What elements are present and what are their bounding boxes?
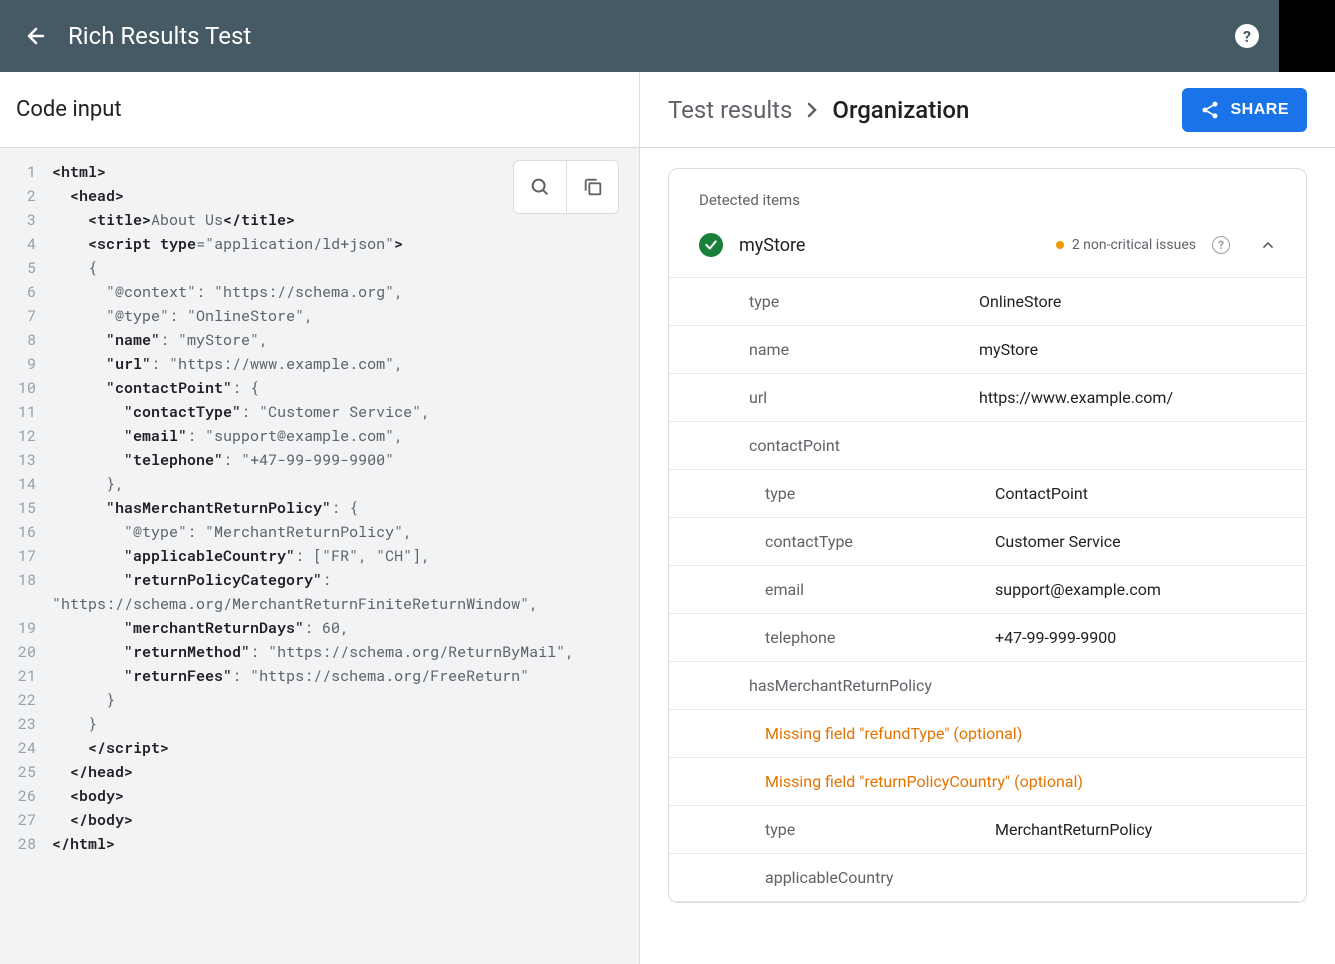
property-row[interactable]: applicableCountry [669, 854, 1306, 902]
property-key: contactType [765, 532, 995, 551]
detected-item-header[interactable]: myStore 2 non-critical issues ? [669, 223, 1306, 278]
black-strip [1279, 0, 1335, 72]
line-gutter: 1234567891011121314151617181920212223242… [0, 148, 44, 964]
page-title: Rich Results Test [68, 22, 1227, 50]
detected-items-card: Detected items myStore 2 non-critical is… [668, 168, 1307, 903]
property-table: typeOnlineStorenamemyStoreurlhttps://www… [669, 278, 1306, 902]
detected-item-name: myStore [739, 235, 1040, 256]
chevron-right-icon [806, 101, 818, 119]
copy-button[interactable] [566, 161, 618, 213]
breadcrumb-current: Organization [832, 96, 969, 124]
share-label: SHARE [1230, 101, 1289, 119]
property-key: type [765, 484, 995, 503]
help-button[interactable]: ? [1227, 16, 1267, 56]
warning-row[interactable]: Missing field "refundType" (optional) [669, 710, 1306, 758]
property-row[interactable]: emailsupport@example.com [669, 566, 1306, 614]
copy-icon [582, 176, 604, 198]
search-icon [529, 176, 551, 198]
code-toolbar [513, 160, 619, 214]
property-value: +47-99-999-9900 [995, 628, 1276, 647]
property-value: OnlineStore [979, 292, 1276, 311]
property-key: type [765, 820, 995, 839]
property-value: ContactPoint [995, 484, 1276, 503]
back-button[interactable] [16, 16, 56, 56]
property-row[interactable]: telephone+47-99-999-9900 [669, 614, 1306, 662]
property-value: myStore [979, 340, 1276, 359]
property-row[interactable]: typeContactPoint [669, 470, 1306, 518]
code-content[interactable]: <html> <head> <title>About Us</title> <s… [44, 148, 639, 964]
property-value: support@example.com [995, 580, 1276, 599]
property-key: telephone [765, 628, 995, 647]
property-key: url [749, 388, 979, 407]
property-section[interactable]: hasMerchantReturnPolicy [669, 662, 1306, 710]
property-row[interactable]: namemyStore [669, 326, 1306, 374]
property-key: name [749, 340, 979, 359]
property-key: email [765, 580, 995, 599]
search-button[interactable] [514, 161, 566, 213]
results-panel: Test results Organization SHARE Detected… [640, 72, 1335, 964]
issues-text: 2 non-critical issues [1072, 237, 1196, 253]
property-row[interactable]: contactTypeCustomer Service [669, 518, 1306, 566]
code-editor[interactable]: 1234567891011121314151617181920212223242… [0, 148, 639, 964]
help-icon: ? [1235, 24, 1259, 48]
share-icon [1200, 100, 1220, 120]
property-row[interactable]: typeMerchantReturnPolicy [669, 806, 1306, 854]
property-value: MerchantReturnPolicy [995, 820, 1276, 839]
help-inline-icon[interactable]: ? [1212, 236, 1230, 254]
property-value: https://www.example.com/ [979, 388, 1276, 407]
breadcrumb-root[interactable]: Test results [668, 96, 792, 124]
property-section[interactable]: contactPoint [669, 422, 1306, 470]
chevron-up-icon[interactable] [1260, 237, 1276, 253]
share-button[interactable]: SHARE [1182, 88, 1307, 132]
code-panel: Code input 12345678910111213141516171819… [0, 72, 640, 964]
property-key: applicableCountry [765, 868, 995, 887]
property-row[interactable]: typeOnlineStore [669, 278, 1306, 326]
issues-badge: 2 non-critical issues [1056, 237, 1196, 253]
results-body[interactable]: Detected items myStore 2 non-critical is… [640, 148, 1335, 964]
results-header: Test results Organization SHARE [640, 72, 1335, 148]
app-header: Rich Results Test ? [0, 0, 1335, 72]
warning-dot-icon [1056, 241, 1064, 249]
property-key: type [749, 292, 979, 311]
arrow-left-icon [24, 24, 48, 48]
detected-items-label: Detected items [669, 169, 1306, 223]
code-panel-title: Code input [0, 72, 639, 148]
property-row[interactable]: urlhttps://www.example.com/ [669, 374, 1306, 422]
check-icon [699, 233, 723, 257]
main: Code input 12345678910111213141516171819… [0, 72, 1335, 964]
warning-row[interactable]: Missing field "returnPolicyCountry" (opt… [669, 758, 1306, 806]
property-value: Customer Service [995, 532, 1276, 551]
breadcrumb: Test results Organization [668, 96, 1182, 124]
